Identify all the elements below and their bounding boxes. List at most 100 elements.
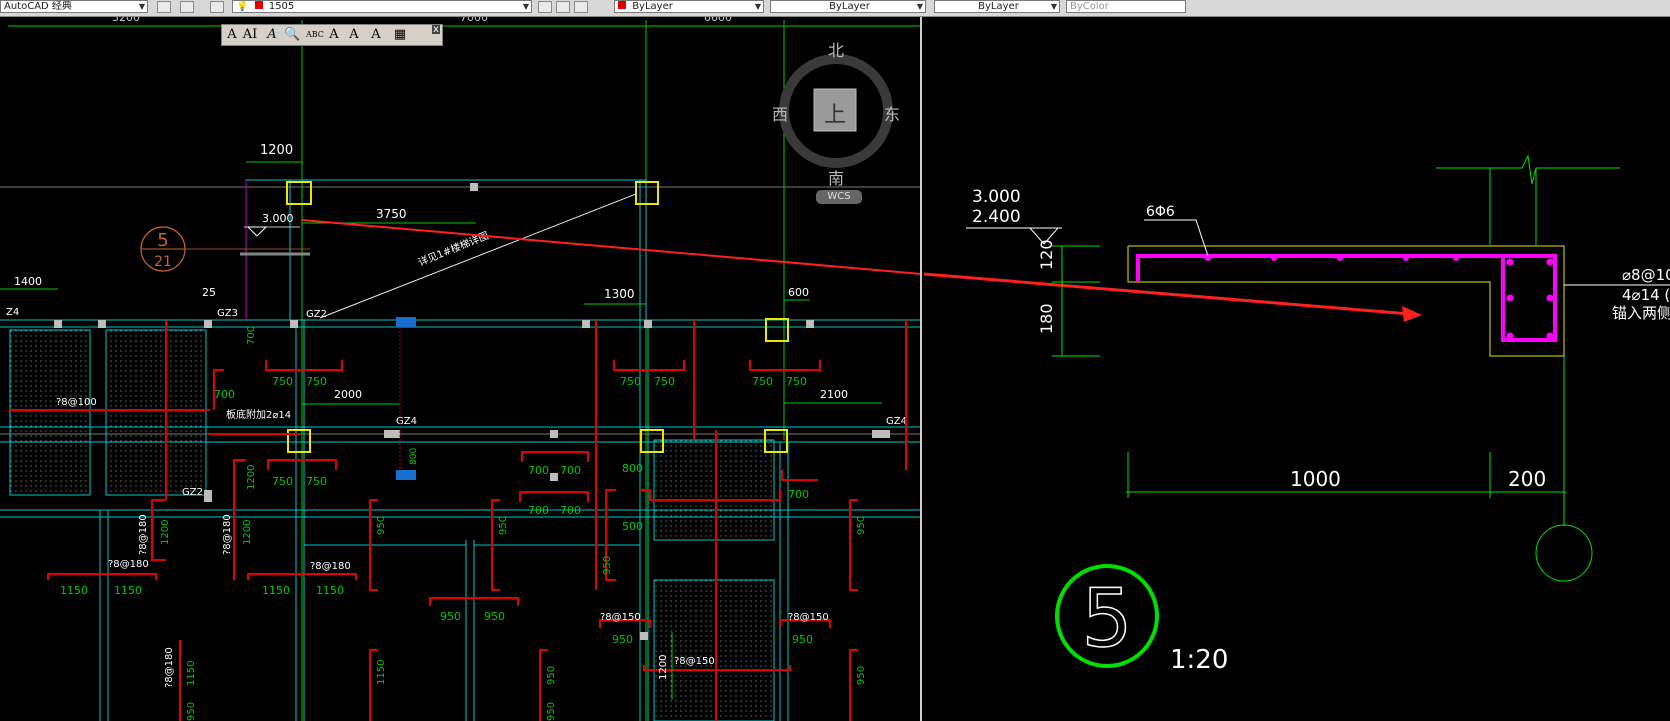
svg-text:700: 700	[560, 464, 581, 477]
svg-text:700: 700	[788, 488, 809, 501]
svg-text:950: 950	[792, 633, 813, 646]
color-select[interactable]: ByLayer ▼	[614, 0, 764, 13]
layer-walk-button[interactable]	[574, 1, 588, 13]
detail-sheet: 21	[154, 254, 172, 270]
text-scale-button[interactable]: A	[326, 27, 342, 43]
chevron-down-icon: ▼	[1050, 2, 1057, 11]
text-italic-button[interactable]: A	[264, 27, 280, 43]
rebar-leader	[1144, 219, 1209, 257]
column-label: GZ2	[182, 487, 203, 498]
svg-text:1200: 1200	[242, 520, 253, 545]
svg-text:?8@180: ?8@180	[164, 647, 175, 688]
detail-marker: 5 21	[140, 226, 310, 272]
stair-diagonal	[319, 193, 637, 319]
svg-text:950: 950	[856, 516, 867, 535]
svg-text:950: 950	[546, 666, 557, 685]
color-swatch	[618, 1, 626, 9]
elevation-triangle	[247, 226, 268, 237]
svg-text:750: 750	[620, 375, 641, 388]
plan-drawing-viewport[interactable]: 3200 7000 6600 详见1#楼梯详图 5 21 3.000 1200 …	[0, 17, 922, 721]
svg-text:?8@180: ?8@180	[138, 514, 149, 555]
ruler-dim: 3200	[112, 17, 140, 24]
chevron-down-icon: ▼	[916, 2, 923, 11]
svg-text:?8@180: ?8@180	[222, 514, 233, 555]
chevron-down-icon: ▼	[754, 2, 761, 11]
text-table-button[interactable]: ▦	[392, 27, 408, 43]
text-edit-button[interactable]: AI	[242, 27, 258, 43]
svg-text:750: 750	[272, 475, 293, 488]
elevation-bottom: 2.400	[972, 207, 1021, 227]
plotstyle-select[interactable]: ByColor	[1066, 0, 1186, 13]
chevron-down-icon: ▼	[522, 2, 529, 11]
section-detail-drawing: 6Φ6 3.000 2.400 120 180 1000 200 ⌀8@10 4…	[924, 154, 1670, 675]
layer-state-button[interactable]	[210, 1, 224, 13]
svg-text:950: 950	[602, 556, 613, 575]
svg-text:?8@180: ?8@180	[310, 561, 351, 572]
rebar-dim: 800	[409, 448, 419, 465]
vertical-dimension	[1052, 245, 1100, 357]
spellcheck-button[interactable]: ABC	[306, 27, 324, 43]
compass-east[interactable]: 东	[884, 101, 900, 125]
dim-1000: 1000	[1290, 467, 1341, 491]
dim-3750: 3750	[376, 207, 407, 221]
dim-1400: 1400	[14, 275, 42, 288]
text-style-button[interactable]: A	[224, 27, 240, 43]
find-icon[interactable]: 🔍	[284, 27, 300, 43]
svg-text:500: 500	[622, 520, 643, 533]
svg-text:950: 950	[546, 702, 557, 721]
column-label: GZ4	[886, 416, 907, 427]
column-label: GZ3	[217, 308, 238, 319]
svg-text:?8@150: ?8@150	[788, 612, 829, 623]
wcs-label: WCS	[827, 191, 851, 202]
selected-block[interactable]	[396, 317, 416, 327]
svg-text:?8@150: ?8@150	[674, 656, 715, 667]
svg-text:?8@150: ?8@150	[600, 612, 641, 623]
lineweight-select[interactable]: ByLayer ▼	[934, 0, 1060, 13]
dim-120: 120	[1037, 239, 1056, 270]
svg-text:700: 700	[560, 504, 581, 517]
layer-select[interactable]: 💡 1505 ▼	[232, 0, 532, 13]
svg-text:700: 700	[528, 464, 549, 477]
svg-text:750: 750	[306, 475, 327, 488]
workspace-select[interactable]: AutoCAD 经典 ▼	[0, 0, 148, 13]
dim-2100: 2100	[820, 388, 848, 401]
svg-text:1150: 1150	[262, 584, 290, 597]
svg-text:板底附加2⌀14: 板底附加2⌀14	[226, 408, 291, 421]
compass-north[interactable]: 北	[828, 37, 844, 61]
workspace-settings-button[interactable]	[157, 1, 171, 13]
wcs-button[interactable]: WCS	[816, 190, 862, 204]
svg-text:950: 950	[498, 516, 509, 535]
svg-text:950: 950	[186, 702, 197, 721]
svg-text:700: 700	[528, 504, 549, 517]
svg-text:1150: 1150	[186, 661, 197, 686]
arrow-head-icon	[1402, 306, 1422, 322]
svg-text:750: 750	[786, 375, 807, 388]
scale-label: 1:20	[1170, 645, 1228, 675]
svg-text:950: 950	[612, 633, 633, 646]
workspace-label: AutoCAD 经典	[4, 1, 72, 12]
dim-1300: 1300	[604, 287, 635, 301]
axis-bubble	[1535, 524, 1593, 582]
close-icon[interactable]: x	[432, 25, 440, 35]
compass-west[interactable]: 西	[772, 101, 788, 125]
dim-200: 200	[1508, 467, 1546, 491]
selected-block[interactable]	[396, 470, 416, 480]
svg-text:750: 750	[752, 375, 773, 388]
make-current-button[interactable]	[538, 1, 552, 13]
detail-drawing-viewport[interactable]: 6Φ6 3.000 2.400 120 180 1000 200 ⌀8@10 4…	[924, 17, 1670, 721]
layer-previous-button[interactable]	[556, 1, 570, 13]
svg-text:750: 750	[654, 375, 675, 388]
text-justify-button[interactable]: A	[346, 27, 362, 43]
linetype-select[interactable]: ByLayer ▼	[770, 0, 926, 13]
text-align-button[interactable]: A	[368, 27, 384, 43]
compass-south[interactable]: 南	[828, 165, 844, 189]
svg-text:800: 800	[622, 462, 643, 475]
viewcube-face-top[interactable]: 上	[824, 97, 846, 129]
elevation-top: 3.000	[972, 187, 1021, 207]
viewcube[interactable]: 北 南 西 东 上	[772, 37, 900, 189]
svg-text:950: 950	[376, 516, 387, 535]
layer-manager-button[interactable]	[180, 1, 194, 13]
plotstyle-value: ByColor	[1070, 1, 1109, 12]
bulb-icon: 💡	[236, 1, 249, 12]
color-value: ByLayer	[632, 1, 673, 12]
